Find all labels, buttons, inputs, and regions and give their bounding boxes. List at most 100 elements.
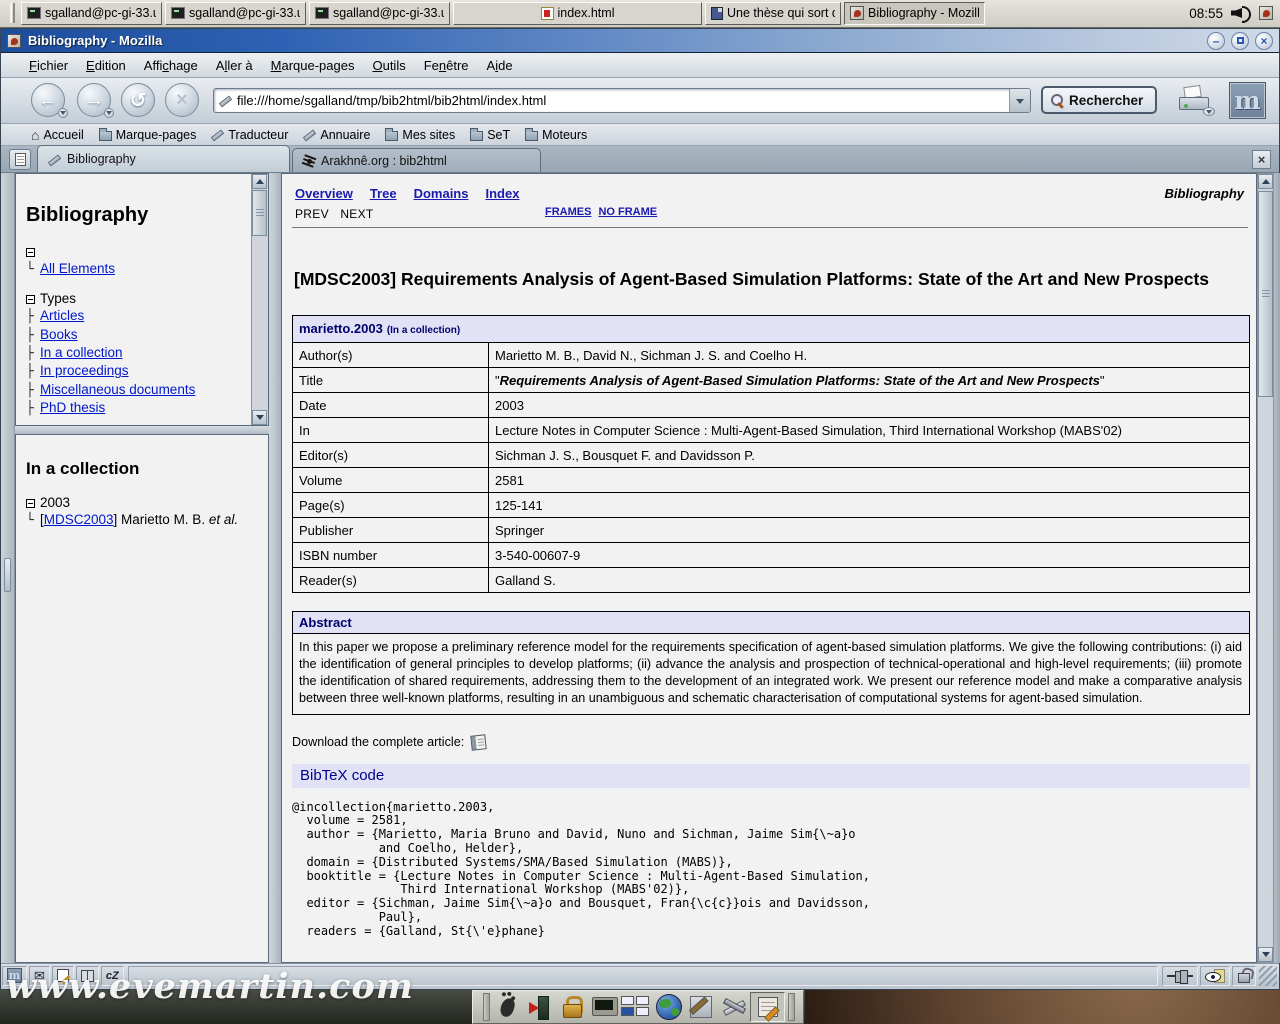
taskbar-window-button[interactable]: sgalland@pc-gi-33.utbn (309, 2, 450, 25)
scroll-down-icon[interactable] (252, 410, 267, 425)
bookmark-messites[interactable]: Mes sites (385, 128, 455, 142)
doc-nav-links: Overview Tree Domains Index (295, 186, 519, 201)
domains-link[interactable]: Domains (414, 186, 469, 201)
frame-splitter-horizontal[interactable] (15, 426, 269, 434)
tree-item: ├In a collection (26, 344, 268, 362)
sidebar-link-phdthesis[interactable]: PhD thesis (40, 400, 105, 415)
back-button[interactable]: ← (31, 83, 65, 117)
scroll-up-icon[interactable] (1258, 174, 1273, 189)
bookmark-marquepages[interactable]: Marque-pages (99, 128, 197, 142)
tray-mozilla-icon[interactable] (1259, 6, 1273, 20)
window-resize-grip[interactable] (1259, 966, 1277, 986)
forward-dropdown-icon[interactable] (104, 108, 114, 118)
tree-collapse-icon[interactable] (26, 295, 35, 304)
frame-splitter-vertical[interactable] (269, 173, 281, 963)
menu-affichage[interactable]: Affichage (136, 56, 206, 75)
overview-link[interactable]: Overview (295, 186, 353, 201)
taskbar-grip[interactable] (10, 3, 15, 23)
print-dropdown-icon[interactable] (1203, 107, 1215, 116)
scroll-up-icon[interactable] (252, 174, 267, 189)
stop-button[interactable]: × (165, 83, 199, 117)
menu-aide[interactable]: Aide (479, 56, 521, 75)
search-button[interactable]: Rechercher (1041, 86, 1157, 114)
padlock-icon (562, 996, 582, 1018)
bookmark-annuaire[interactable]: Annuaire (303, 128, 370, 142)
security-lock-icon[interactable] (1232, 966, 1256, 986)
maximize-button[interactable] (1231, 32, 1249, 50)
cookie-indicator-icon[interactable] (1200, 966, 1230, 986)
bookmark-moteurs[interactable]: Moteurs (525, 128, 587, 142)
gnome-menu-button[interactable] (493, 993, 522, 1021)
bookmark-traducteur[interactable]: Traducteur (211, 128, 288, 142)
scrollbar-thumb[interactable] (252, 190, 267, 236)
sidebar-link-miscellaneousdocuments[interactable]: Miscellaneous documents (40, 382, 195, 397)
menu-fichier[interactable]: Fichier (21, 56, 76, 75)
back-dropdown-icon[interactable] (58, 108, 68, 118)
menu-fentre[interactable]: Fenêtre (416, 56, 477, 75)
taskbar-window-button[interactable]: sgalland@pc-gi-33.utbn (21, 2, 162, 25)
taskbar-window-button[interactable]: Une thèse qui sort du lo (705, 2, 841, 25)
url-text[interactable]: file:///home/sgalland/tmp/bib2html/bib2h… (237, 93, 1009, 108)
menu-edition[interactable]: Edition (78, 56, 134, 75)
tab-close-button[interactable]: × (1252, 150, 1271, 169)
scrollbar-thumb[interactable] (1258, 191, 1273, 397)
scroll-down-icon[interactable] (1258, 947, 1273, 962)
sidebar-link-inacollection[interactable]: In a collection (40, 345, 123, 360)
tools-launcher[interactable] (718, 993, 747, 1021)
sidebar-link-articles[interactable]: Articles (40, 308, 84, 323)
speaker-icon[interactable] (1231, 5, 1251, 21)
print-button[interactable] (1179, 86, 1213, 112)
workspace-switcher[interactable] (621, 993, 651, 1021)
noframe-link[interactable]: NO FRAME (598, 206, 657, 218)
notepad-launcher[interactable] (750, 992, 785, 1022)
sidebar-link-inproceedings[interactable]: In proceedings (40, 363, 129, 378)
editor-launcher[interactable] (686, 993, 715, 1021)
entry-field-label: Page(s) (293, 493, 489, 518)
minimize-button[interactable]: – (1207, 32, 1225, 50)
tree-collapse-icon[interactable] (26, 499, 35, 508)
entry-row: PublisherSpringer (293, 518, 1250, 543)
index-link[interactable]: Index (485, 186, 519, 201)
all-elements-link[interactable]: All Elements (40, 261, 115, 276)
tab-list-button[interactable] (9, 149, 31, 170)
offline-indicator-icon[interactable] (1162, 966, 1198, 986)
tab-bibliography[interactable]: Bibliography (37, 145, 290, 172)
logout-button[interactable] (525, 993, 554, 1021)
sidebar-splitter[interactable] (1, 173, 15, 963)
download-article-icon[interactable] (470, 734, 486, 750)
entry-field-value: Lecture Notes in Computer Science : Mult… (489, 418, 1250, 443)
mozilla-logo[interactable]: m (1229, 82, 1266, 119)
sidebar-link-books[interactable]: Books (40, 327, 78, 342)
entry-link[interactable]: MDSC2003 (44, 512, 114, 527)
menu-outils[interactable]: Outils (364, 56, 413, 75)
panel-hide-handle[interactable] (483, 993, 490, 1021)
reload-button[interactable]: ↺ (121, 83, 155, 117)
close-button[interactable]: × (1255, 32, 1273, 50)
main-scrollbar[interactable] (1257, 173, 1274, 963)
forward-button[interactable]: → (77, 83, 111, 117)
lock-screen-button[interactable] (557, 993, 586, 1021)
bookmark-set[interactable]: SeT (470, 128, 510, 142)
tree-collapse-icon[interactable] (26, 248, 35, 257)
bookmark-accueil[interactable]: ⌂Accueil (31, 128, 84, 142)
url-bar[interactable]: file:///home/sgalland/tmp/bib2html/bib2h… (213, 88, 1031, 113)
entry-row: Date2003 (293, 393, 1250, 418)
taskbar-window-button[interactable]: index.html (453, 2, 702, 25)
taskbar-window-button[interactable]: sgalland@pc-gi-33.utbn (165, 2, 306, 25)
terminal-launcher[interactable] (589, 993, 618, 1021)
menu-aller[interactable]: Aller à (208, 56, 261, 75)
url-dropdown-icon[interactable] (1009, 89, 1030, 112)
sidebar-scrollbar[interactable] (251, 174, 268, 425)
browser-launcher[interactable] (654, 993, 683, 1021)
frames-link[interactable]: FRAMES (545, 206, 591, 218)
taskbar-window-button[interactable]: Bibliography - Mozilla (844, 2, 985, 25)
tab-arakhne[interactable]: Arakhnê.org : bib2html (292, 148, 541, 172)
menu-marquepages[interactable]: Marque-pages (263, 56, 363, 75)
tree-link[interactable]: Tree (370, 186, 397, 201)
splitter-handle[interactable] (4, 558, 11, 592)
entry-row: Author(s)Marietto M. B., David N., Sichm… (293, 343, 1250, 368)
panel-hide-handle[interactable] (788, 993, 795, 1021)
page-proxy-icon[interactable] (219, 94, 232, 107)
search-button-label: Rechercher (1069, 93, 1143, 108)
window-titlebar[interactable]: Bibliography - Mozilla – × (1, 29, 1279, 53)
